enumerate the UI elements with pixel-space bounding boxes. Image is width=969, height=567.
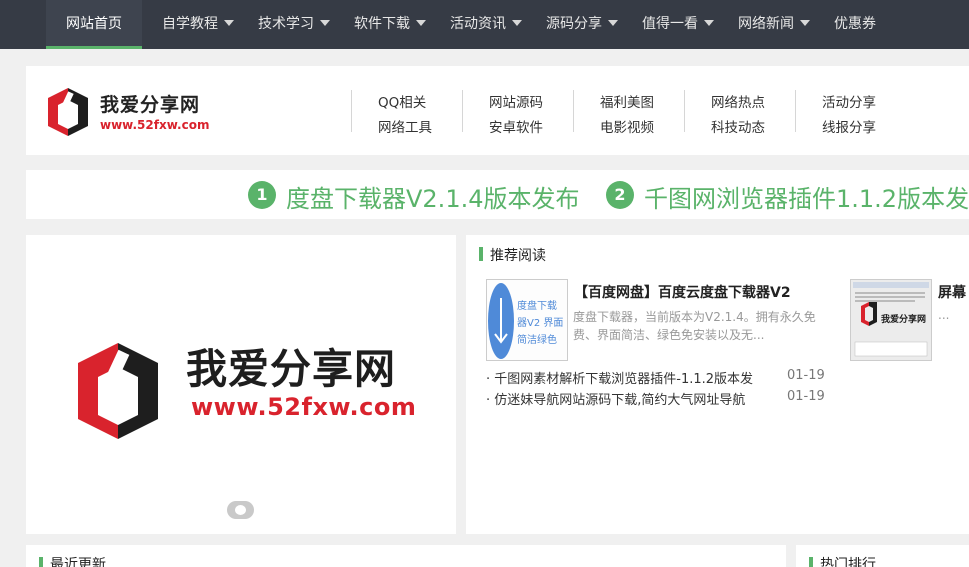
news-date: 01-19 <box>787 368 825 383</box>
category-group: 网站源码 安卓软件 <box>462 90 573 136</box>
nav-item-label: 软件下载 <box>354 16 410 32</box>
featured-title[interactable]: 屏幕 <box>938 282 966 302</box>
news-title: · 千图网素材解析下载浏览器插件-1.1.2版本发 <box>486 372 754 387</box>
category-link-tech[interactable]: 科技动态 <box>711 116 765 136</box>
logo-url: www.52fxw.com <box>100 118 210 132</box>
nav-item-label: 活动资讯 <box>450 16 506 32</box>
category-link-hot[interactable]: 网络热点 <box>711 91 765 111</box>
nav-item-worth[interactable]: 值得一看 <box>642 0 714 49</box>
category-link-site-source[interactable]: 网站源码 <box>489 91 543 111</box>
category-link-net-tools[interactable]: 网络工具 <box>378 116 432 136</box>
chevron-down-icon <box>608 20 618 26</box>
banner-slider[interactable]: 我爱分享网 www.52fxw.com <box>26 235 456 534</box>
chevron-down-icon <box>416 20 426 26</box>
news-date: 01-19 <box>787 389 825 404</box>
nav-item-events[interactable]: 活动资讯 <box>450 0 522 49</box>
logo-mark-icon <box>78 343 158 439</box>
category-link-images[interactable]: 福利美图 <box>600 91 654 111</box>
category-link-qq[interactable]: QQ相关 <box>378 91 426 111</box>
category-link-movies[interactable]: 电影视频 <box>600 116 654 136</box>
logo-title: 我爱分享网 <box>100 94 201 116</box>
news-title-text: 千图网素材解析下载浏览器插件-1.1.2版本发 <box>494 372 754 387</box>
logo-mark-icon <box>48 88 88 136</box>
chevron-down-icon <box>224 20 234 26</box>
section-title: 推荐阅读 <box>490 248 546 264</box>
ticker-number-badge: 1 <box>248 181 276 209</box>
news-title: · 仿迷妹导航网站源码下载,简约大气网址导航 <box>486 393 746 408</box>
nav-item-tech[interactable]: 技术学习 <box>258 0 330 49</box>
news-ticker: 1 度盘下载器V2.1.4版本发布 2 千图网浏览器插件1.1.2版本发布 <box>26 170 969 219</box>
category-group: QQ相关 网络工具 <box>351 90 462 136</box>
chevron-down-icon <box>800 20 810 26</box>
ticker-text: 度盘下载器V2.1.4版本发布 <box>286 185 580 213</box>
nav-item-home[interactable]: 网站首页 <box>46 0 142 49</box>
nav-item-label: 网络新闻 <box>738 16 794 32</box>
chevron-down-icon <box>704 20 714 26</box>
section-marker <box>479 247 483 261</box>
site-header: 我爱分享网 www.52fxw.com QQ相关 网络工具 网站源码 安卓软件 … <box>26 66 969 155</box>
site-logo[interactable]: 我爱分享网 www.52fxw.com <box>44 82 209 140</box>
nav-item-label: 值得一看 <box>642 16 698 32</box>
section-marker <box>809 557 813 567</box>
news-title-text: 仿迷妹导航网站源码下载,简约大气网址导航 <box>494 393 746 408</box>
slider-pagination-dot[interactable] <box>227 501 254 519</box>
top-nav: 网站首页 自学教程 技术学习 软件下载 活动资讯 源码分享 值得一看 网络新闻 … <box>0 0 969 49</box>
thumbnail-caption: 我爱分享网 <box>881 315 927 325</box>
news-list-item[interactable]: · 千图网素材解析下载浏览器插件-1.1.2版本发 01-19 <box>486 368 826 388</box>
banner-logo: 我爱分享网 www.52fxw.com <box>66 331 426 443</box>
category-group: 福利美图 电影视频 <box>573 90 684 136</box>
featured-desc: ... <box>938 308 950 322</box>
featured-title[interactable]: 【百度网盘】百度云度盘下载器V2 <box>574 282 791 302</box>
hot-ranking-panel: 热门排行 <box>796 545 969 567</box>
nav-item-label: 源码分享 <box>546 16 602 32</box>
category-link-android[interactable]: 安卓软件 <box>489 116 543 136</box>
nav-item-label: 技术学习 <box>258 16 314 32</box>
nav-item-source[interactable]: 源码分享 <box>546 0 618 49</box>
featured-thumbnail[interactable]: 我爱分享网 <box>850 279 932 361</box>
category-link-activity[interactable]: 活动分享 <box>822 91 876 111</box>
nav-item-software[interactable]: 软件下载 <box>354 0 426 49</box>
category-link-deals[interactable]: 线报分享 <box>822 116 876 136</box>
recommended-panel: 推荐阅读 度盘下载器V2 界面简洁绿色免费 【百度网盘】百度云度盘下载器V2 度… <box>466 235 969 534</box>
category-group: 活动分享 线报分享 <box>795 90 906 136</box>
section-title: 热门排行 <box>820 557 876 567</box>
nav-item-tutorials[interactable]: 自学教程 <box>162 0 234 49</box>
nav-item-label: 优惠券 <box>834 16 876 32</box>
ticker-number-badge: 2 <box>606 181 634 209</box>
latest-updates-panel: 最近更新 <box>26 545 786 567</box>
featured-desc: 度盘下载器，当前版本为V2.1.4。拥有永久免费、界面简洁、绿色免安装以及无..… <box>573 310 816 342</box>
banner-logo-title: 我爱分享网 <box>186 345 396 393</box>
nav-item-coupons[interactable]: 优惠券 <box>834 0 876 49</box>
nav-item-news[interactable]: 网络新闻 <box>738 0 810 49</box>
nav-item-label: 网站首页 <box>66 16 122 32</box>
chevron-down-icon <box>320 20 330 26</box>
featured-thumbnail[interactable]: 度盘下载器V2 界面简洁绿色免费 <box>486 279 568 361</box>
category-group: 网络热点 科技动态 <box>684 90 795 136</box>
chevron-down-icon <box>512 20 522 26</box>
banner-logo-url: www.52fxw.com <box>191 393 417 421</box>
section-marker <box>39 557 43 567</box>
news-list-item[interactable]: · 仿迷妹导航网站源码下载,简约大气网址导航 01-19 <box>486 389 826 409</box>
nav-item-label: 自学教程 <box>162 16 218 32</box>
thumbnail-caption: 度盘下载器V2 界面简洁绿色免费 <box>517 301 564 346</box>
section-title: 最近更新 <box>50 557 106 567</box>
ticker-text: 千图网浏览器插件1.1.2版本发布 <box>644 185 969 213</box>
